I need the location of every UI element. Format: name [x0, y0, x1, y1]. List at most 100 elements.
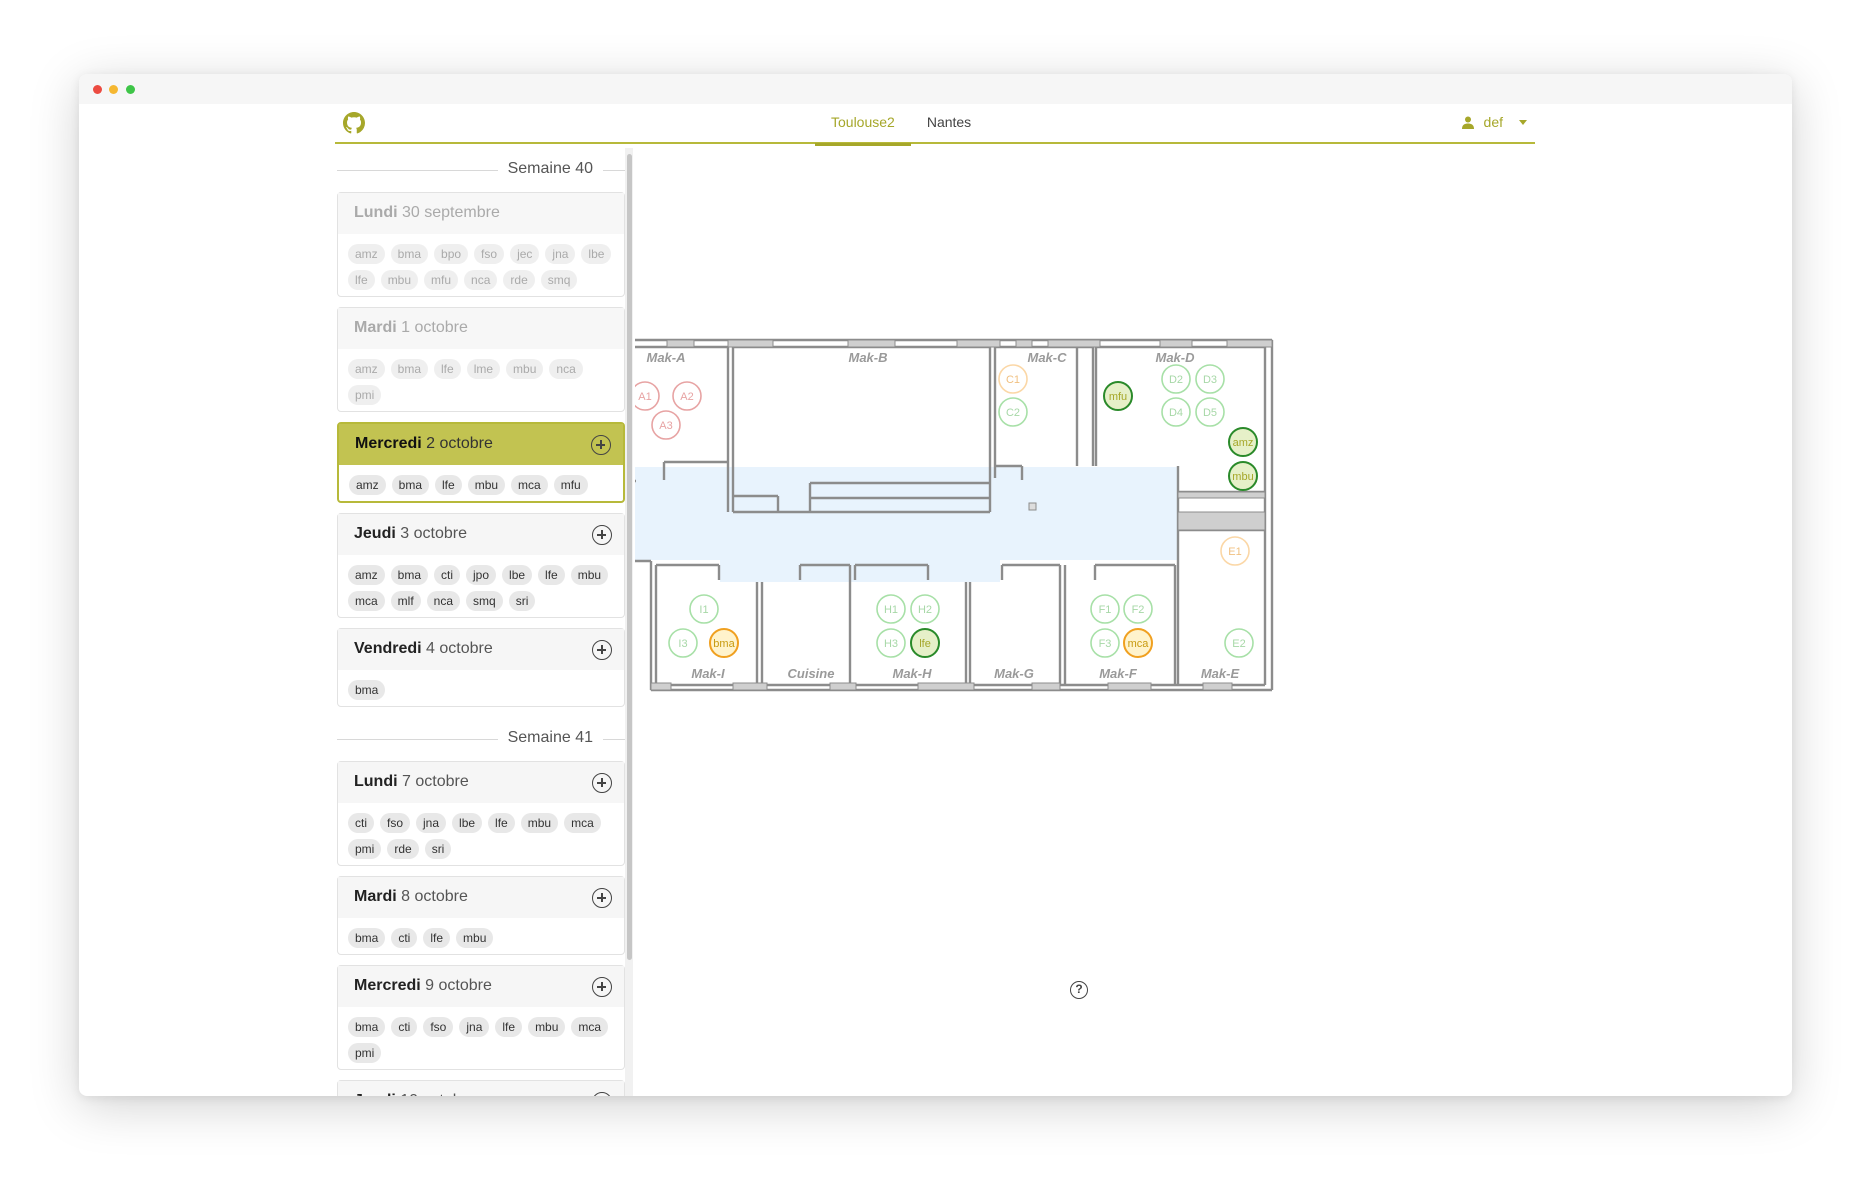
- tab-nantes[interactable]: Nantes: [911, 104, 987, 144]
- day-header[interactable]: Lundi 30 septembre: [338, 193, 624, 234]
- attendee-chip[interactable]: amz: [348, 244, 385, 264]
- plus-circle-icon[interactable]: [592, 525, 612, 545]
- attendee-chip[interactable]: mbu: [528, 1017, 566, 1037]
- attendee-chip[interactable]: jna: [416, 813, 447, 833]
- attendee-chip[interactable]: jpo: [466, 565, 497, 585]
- github-icon[interactable]: [343, 112, 365, 134]
- day-card-mardi-8-octobre[interactable]: Mardi 8 octobre bma cti lfe mbu: [337, 876, 625, 955]
- day-card-mercredi-2-octobre[interactable]: Mercredi 2 octobre amz bma lfe mbu mca mfu: [337, 422, 625, 503]
- attendee-chip[interactable]: mfu: [424, 270, 459, 290]
- plus-circle-icon[interactable]: [592, 888, 612, 908]
- minimize-window-icon[interactable]: [109, 85, 118, 94]
- day-card-jeudi-10-octobre[interactable]: Jeudi 10 octobre: [337, 1080, 625, 1096]
- attendee-chip[interactable]: cti: [391, 1017, 418, 1037]
- attendee-chip[interactable]: lme: [466, 359, 501, 379]
- attendee-chip[interactable]: fso: [423, 1017, 454, 1037]
- attendee-chip[interactable]: bma: [390, 359, 429, 379]
- attendee-chip[interactable]: lbe: [581, 244, 612, 264]
- attendee-chip[interactable]: cti: [391, 928, 418, 948]
- attendee-chip[interactable]: lbe: [502, 565, 533, 585]
- attendee-chip[interactable]: sri: [424, 839, 452, 859]
- app: Toulouse2 Nantes def Semaine 40 Lundi 30 …: [335, 104, 1535, 1096]
- day-header[interactable]: Mardi 1 octobre: [338, 308, 624, 349]
- attendee-chip[interactable]: mbu: [380, 270, 419, 290]
- window-frame: [1015, 339, 1033, 348]
- plus-circle-icon[interactable]: [592, 640, 612, 660]
- attendee-chip[interactable]: pmi: [348, 385, 382, 405]
- user-menu[interactable]: def: [1461, 114, 1527, 130]
- help-icon[interactable]: ?: [1070, 981, 1088, 999]
- maximize-window-icon[interactable]: [126, 85, 135, 94]
- attendee-chip[interactable]: nca: [549, 359, 583, 379]
- attendee-chip[interactable]: sri: [508, 591, 536, 611]
- attendee-chip[interactable]: bma: [348, 928, 386, 948]
- day-card-mardi-1-octobre[interactable]: Mardi 1 octobre amz bma lfe lme mbu nca pmi: [337, 307, 625, 412]
- attendee-chip[interactable]: mca: [564, 813, 601, 833]
- day-header[interactable]: Mercredi 9 octobre: [338, 966, 624, 1007]
- plus-circle-icon[interactable]: [592, 1092, 612, 1096]
- attendee-chip[interactable]: lfe: [488, 813, 515, 833]
- attendee-chip[interactable]: cti: [434, 565, 461, 585]
- attendee-chip[interactable]: amz: [348, 565, 385, 585]
- day-card-vendredi-4-octobre[interactable]: Vendredi 4 octobre bma: [337, 628, 625, 707]
- attendee-chip[interactable]: smq: [540, 270, 578, 290]
- attendee-chip[interactable]: fso: [380, 813, 411, 833]
- day-header[interactable]: Jeudi 3 octobre: [338, 514, 624, 555]
- attendee-chip[interactable]: mbu: [506, 359, 544, 379]
- attendee-chip[interactable]: nca: [426, 591, 461, 611]
- attendee-chip[interactable]: fso: [474, 244, 505, 264]
- attendee-chip[interactable]: bpo: [434, 244, 469, 264]
- attendee-chip[interactable]: pmi: [348, 839, 382, 859]
- attendee-chip[interactable]: lfe: [348, 270, 375, 290]
- room-label-mak-g: Mak-G: [994, 666, 1034, 681]
- attendee-chip[interactable]: cti: [348, 813, 374, 833]
- attendee-chip[interactable]: mlf: [390, 591, 421, 611]
- tab-toulouse2[interactable]: Toulouse2: [815, 104, 911, 146]
- attendee-chip[interactable]: lfe: [423, 928, 451, 948]
- attendee-chip[interactable]: bma: [348, 1017, 386, 1037]
- attendee-chip[interactable]: bma: [348, 680, 386, 700]
- close-window-icon[interactable]: [93, 85, 102, 94]
- attendee-chip[interactable]: mbu: [456, 928, 494, 948]
- window-frame: [956, 339, 1001, 348]
- attendee-chip[interactable]: bma: [390, 565, 429, 585]
- attendee-chip[interactable]: lbe: [452, 813, 483, 833]
- day-header[interactable]: Mercredi 2 octobre: [339, 424, 623, 465]
- attendee-chip[interactable]: jna: [459, 1017, 490, 1037]
- attendee-chip[interactable]: smq: [466, 591, 503, 611]
- plus-circle-icon[interactable]: [592, 977, 612, 997]
- attendee-chip[interactable]: mca: [571, 1017, 609, 1037]
- attendee-chip[interactable]: amz: [349, 475, 386, 495]
- attendee-chip[interactable]: amz: [348, 359, 385, 379]
- day-card-lundi-7-octobre[interactable]: Lundi 7 octobre cti fso jna lbe lfe mbu mca pmi r…: [337, 761, 625, 866]
- day-header[interactable]: Mardi 8 octobre: [338, 877, 624, 918]
- window-frame: [1177, 511, 1266, 531]
- attendee-chip[interactable]: lfe: [495, 1017, 523, 1037]
- attendee-chip[interactable]: rde: [387, 839, 419, 859]
- day-header[interactable]: Vendredi 4 octobre: [338, 629, 624, 670]
- day-header[interactable]: Jeudi 10 octobre: [338, 1081, 624, 1096]
- attendee-chip[interactable]: mca: [511, 475, 548, 495]
- day-card-mercredi-9-octobre[interactable]: Mercredi 9 octobre bma cti fso jna lfe mbu mca p…: [337, 965, 625, 1070]
- sidebar-scrollbar-thumb[interactable]: [627, 154, 632, 960]
- attendee-chip[interactable]: mbu: [467, 475, 506, 495]
- attendee-chip[interactable]: rde: [503, 270, 535, 290]
- attendee-chip[interactable]: mca: [348, 591, 385, 611]
- day-card-lundi-30-septembre[interactable]: Lundi 30 septembre amz bma bpo fso jec jna lbe l…: [337, 192, 625, 297]
- attendee-chip[interactable]: mbu: [520, 813, 559, 833]
- attendee-chip[interactable]: lfe: [538, 565, 565, 585]
- attendee-chip[interactable]: pmi: [348, 1043, 382, 1063]
- plus-circle-icon[interactable]: [592, 773, 612, 793]
- attendee-chip[interactable]: mfu: [553, 475, 588, 495]
- attendee-chip[interactable]: jna: [545, 244, 576, 264]
- attendee-chip[interactable]: lfe: [434, 359, 461, 379]
- day-header[interactable]: Lundi 7 octobre: [338, 762, 624, 803]
- attendee-chip[interactable]: bma: [391, 475, 430, 495]
- plus-circle-icon[interactable]: [591, 435, 611, 455]
- attendee-chip[interactable]: nca: [464, 270, 498, 290]
- attendee-chip[interactable]: jec: [510, 244, 540, 264]
- attendee-chip[interactable]: bma: [390, 244, 429, 264]
- day-card-jeudi-3-octobre[interactable]: Jeudi 3 octobre amz bma cti jpo lbe lfe mbu mca m…: [337, 513, 625, 618]
- attendee-chip[interactable]: mbu: [570, 565, 609, 585]
- attendee-chip[interactable]: lfe: [435, 475, 462, 495]
